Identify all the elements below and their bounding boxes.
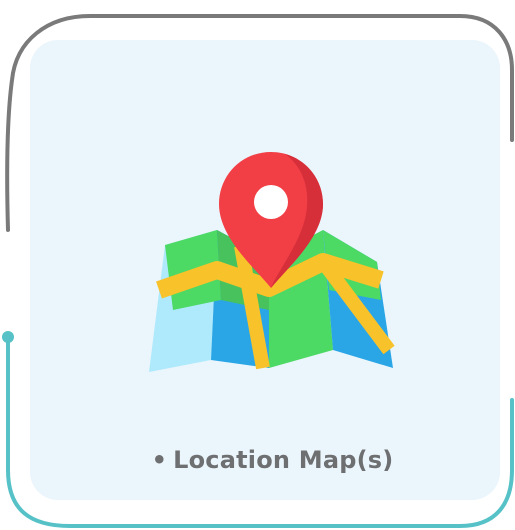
location-pin-hole xyxy=(254,185,288,219)
teal-frame-dot xyxy=(2,331,14,343)
bullet-point: • xyxy=(151,446,168,474)
card-label-text: Location Map(s) xyxy=(173,446,394,474)
card-title: • Location Map(s) xyxy=(0,446,515,474)
folded-map-with-location-pin-icon xyxy=(149,152,395,372)
location-map-tile[interactable]: • Location Map(s) xyxy=(0,0,515,530)
